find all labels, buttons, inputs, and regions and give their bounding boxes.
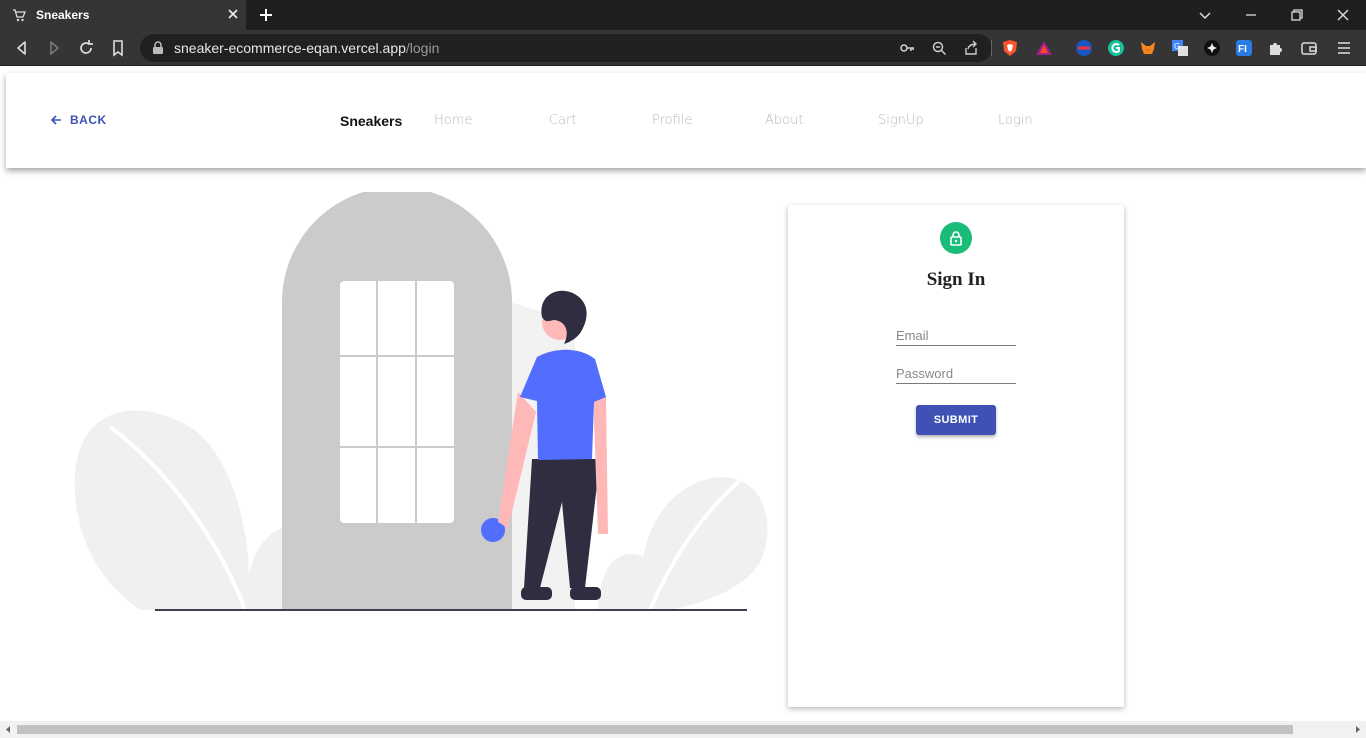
submit-button[interactable]: SUBMIT (916, 405, 996, 435)
password-field[interactable] (896, 356, 1016, 384)
signin-title: Sign In (926, 269, 986, 290)
minimize-icon[interactable] (1241, 5, 1261, 25)
brand-logo[interactable]: Sneakers (340, 113, 402, 129)
arrow-left-icon (50, 115, 61, 125)
signin-card: Sign In SUBMIT (788, 205, 1124, 707)
back-button[interactable]: BACK (50, 113, 107, 127)
bookmark-icon[interactable] (108, 38, 128, 58)
lock-icon (153, 41, 163, 54)
close-tab-icon[interactable] (226, 7, 240, 21)
new-tab-icon[interactable] (256, 5, 276, 25)
toolbar-divider (991, 40, 992, 56)
extension-blocker-icon[interactable] (1075, 39, 1093, 57)
nav-about[interactable]: About (765, 113, 803, 128)
close-window-icon[interactable] (1333, 5, 1353, 25)
email-input[interactable] (896, 318, 1016, 345)
nav-cart[interactable]: Cart (549, 113, 577, 128)
url-path: /login (405, 40, 440, 56)
svg-text:FI: FI (1238, 44, 1247, 55)
starknet-icon[interactable] (1203, 39, 1221, 57)
browser-tab-bar: Sneakers (0, 0, 1366, 30)
email-field[interactable] (896, 318, 1016, 346)
scroll-right-arrow-icon[interactable] (1354, 725, 1362, 734)
google-translate-icon[interactable]: G (1171, 39, 1189, 57)
reload-icon[interactable] (76, 38, 96, 58)
person-shoe-left (521, 587, 552, 600)
nav-signup[interactable]: SignUp (878, 113, 924, 128)
svg-text:G: G (1174, 42, 1180, 51)
address-bar[interactable]: sneaker-ecommerce-eqan.vercel.app/login (140, 34, 992, 62)
scrollbar-thumb[interactable] (17, 725, 1293, 734)
metamask-icon[interactable] (1139, 39, 1157, 57)
url-text: sneaker-ecommerce-eqan.vercel.app/login (174, 40, 439, 56)
person-shoe-right (570, 587, 601, 600)
extensions-puzzle-icon[interactable] (1267, 39, 1285, 57)
left-leaf (74, 410, 250, 610)
forward-nav-icon[interactable] (44, 38, 64, 58)
brave-shield-icon[interactable] (1001, 39, 1019, 57)
page-content: BACK Sneakers Home Cart Profile About Si… (0, 67, 1366, 721)
door-illustration (74, 192, 768, 611)
fi-extension-icon[interactable]: FI (1235, 39, 1253, 57)
restore-icon[interactable] (1287, 5, 1307, 25)
lock-open-icon (950, 231, 962, 246)
menu-hamburger-icon[interactable] (1335, 39, 1353, 57)
back-nav-icon[interactable] (12, 38, 32, 58)
share-icon[interactable] (963, 40, 979, 56)
tab-title: Sneakers (36, 8, 90, 22)
door-window (340, 281, 454, 523)
horizontal-scrollbar[interactable] (0, 721, 1366, 738)
browser-toolbar: sneaker-ecommerce-eqan.vercel.app/login (0, 30, 1366, 66)
browser-tab[interactable]: Sneakers (0, 0, 246, 30)
scroll-left-arrow-icon[interactable] (4, 725, 12, 734)
lock-badge (940, 222, 972, 254)
password-input[interactable] (896, 356, 1016, 383)
site-header: BACK Sneakers Home Cart Profile About Si… (6, 73, 1366, 168)
nav-home[interactable]: Home (434, 113, 472, 128)
zoom-icon[interactable] (931, 40, 947, 56)
wallet-icon[interactable] (1300, 39, 1318, 57)
nav-login[interactable]: Login (998, 113, 1033, 128)
small-bush-right (598, 554, 645, 610)
nav-profile[interactable]: Profile (652, 113, 692, 128)
cart-favicon-icon (13, 9, 26, 22)
grammarly-icon[interactable] (1107, 39, 1125, 57)
back-label: BACK (70, 113, 107, 127)
brave-rewards-icon[interactable] (1035, 39, 1053, 57)
url-host: sneaker-ecommerce-eqan.vercel.app (174, 40, 406, 56)
key-icon[interactable] (899, 40, 915, 56)
tab-search-chevron-icon[interactable] (1195, 5, 1215, 25)
